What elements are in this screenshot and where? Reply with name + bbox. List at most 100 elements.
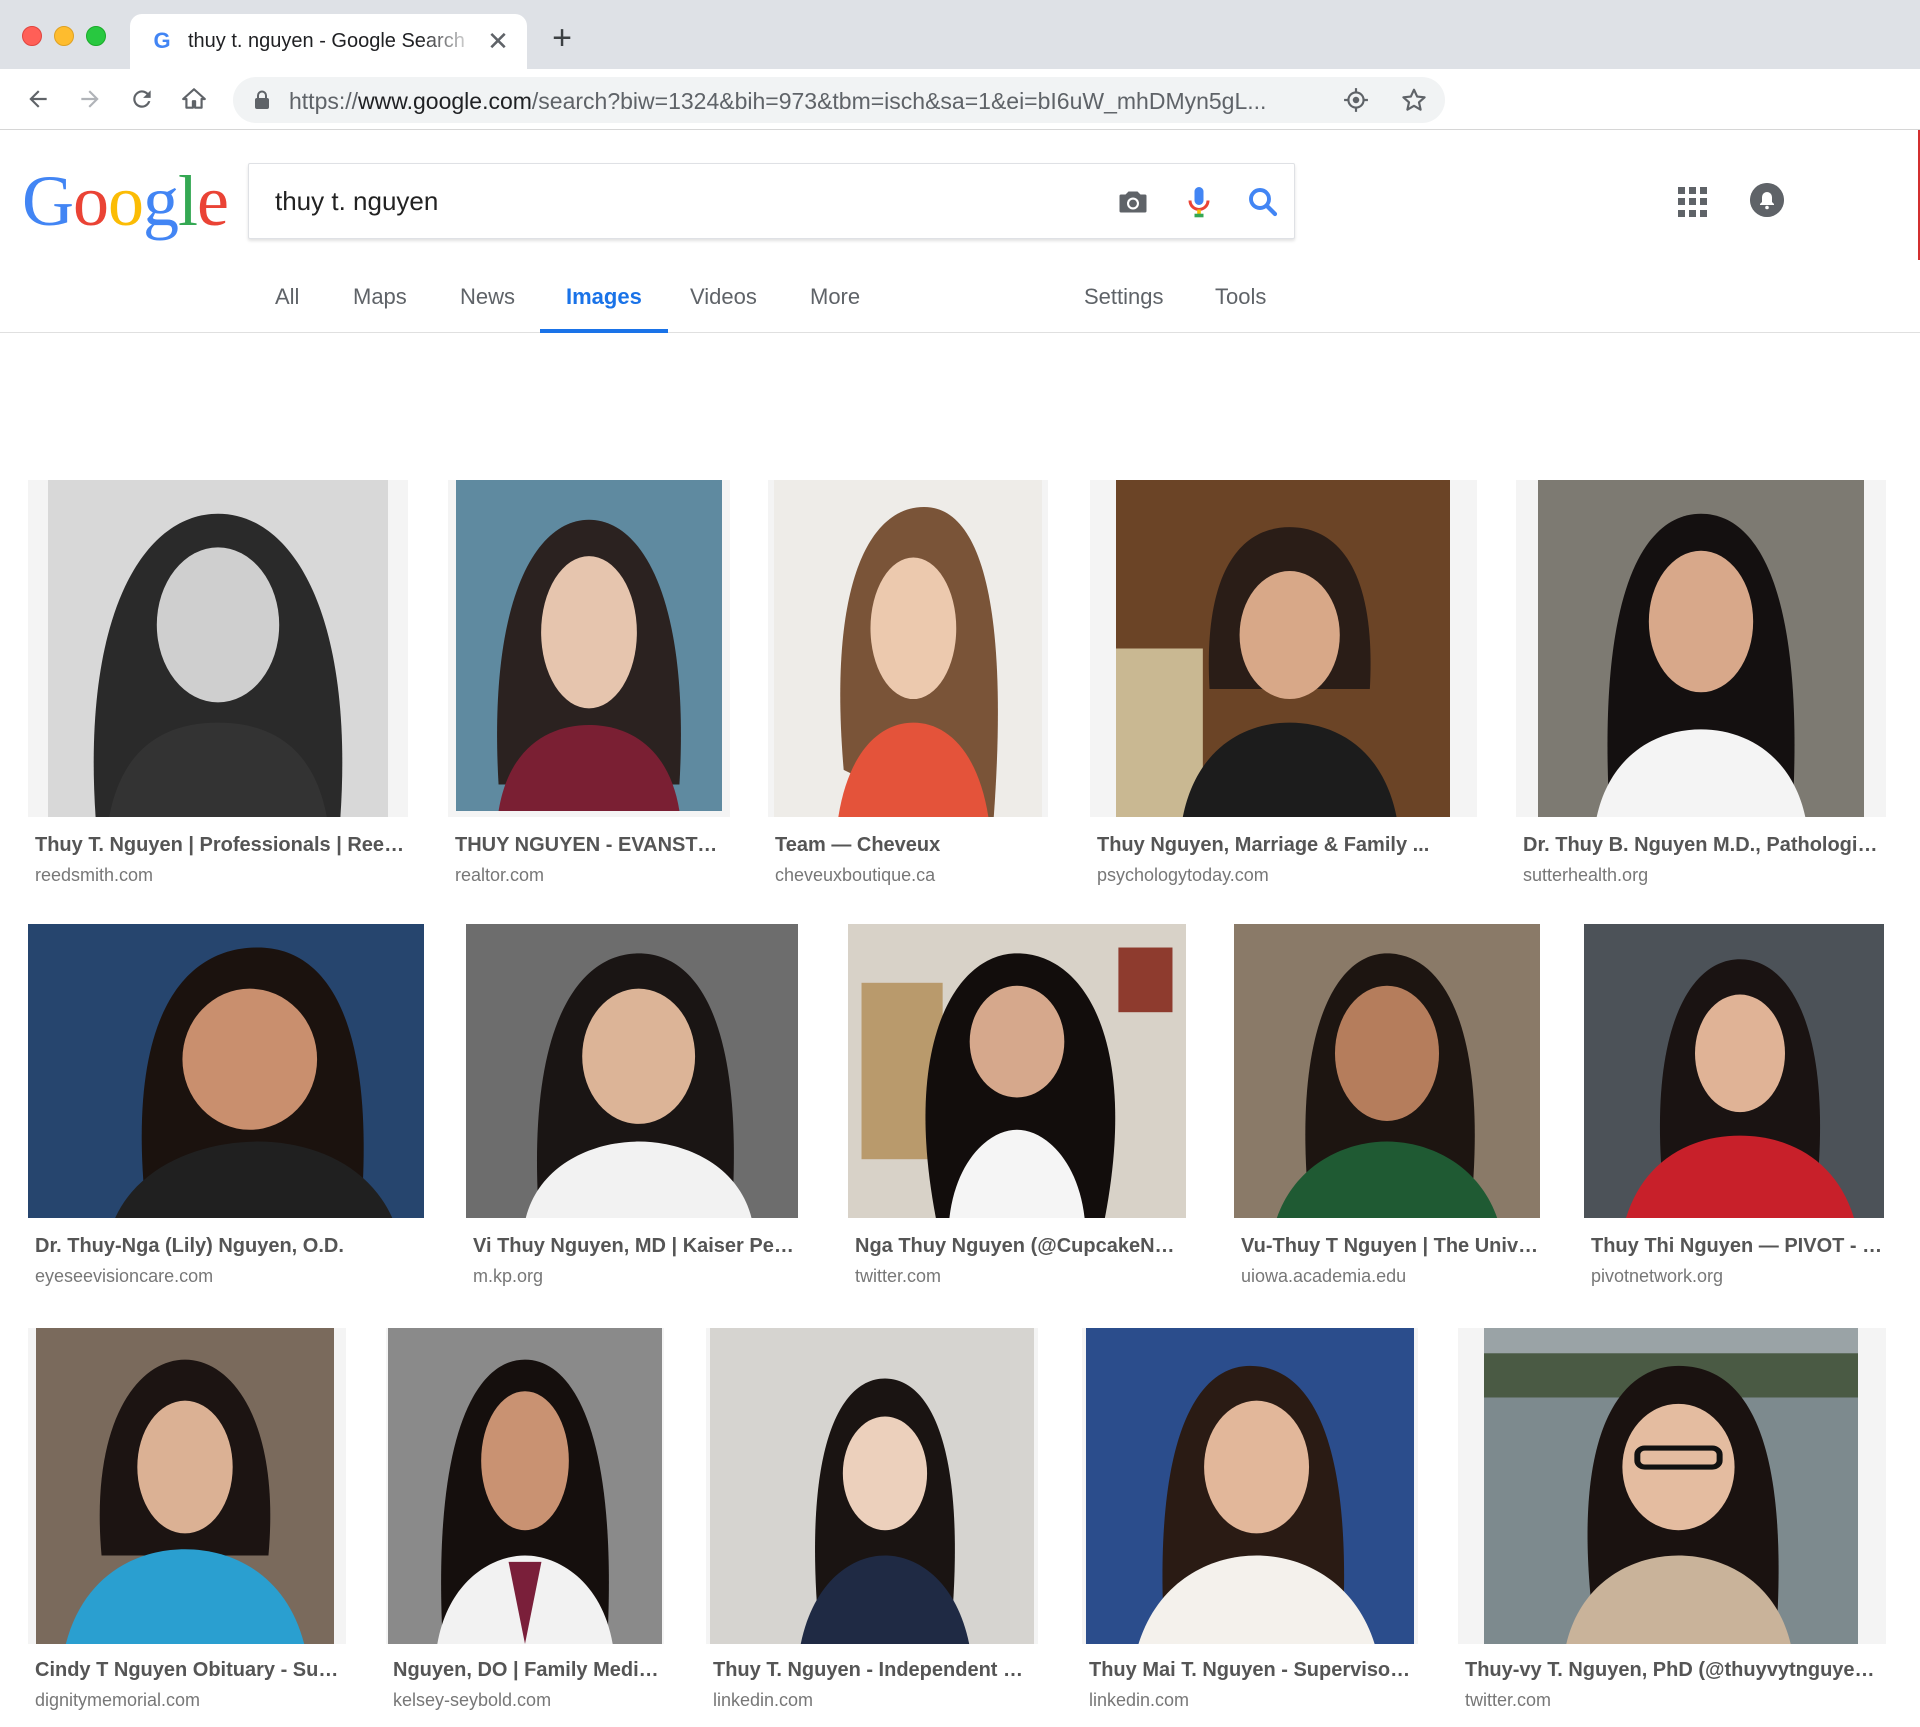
image-thumbnail[interactable] (1082, 1328, 1418, 1644)
search-icon[interactable] (1245, 184, 1281, 220)
window-zoom-button[interactable] (86, 26, 106, 46)
result-source[interactable]: kelsey-seybold.com (393, 1690, 551, 1711)
result-title[interactable]: Vi Thuy Nguyen, MD | Kaiser Per... (473, 1235, 797, 1258)
result-title[interactable]: Thuy Nguyen, Marriage & Family ... (1097, 834, 1476, 857)
google-logo[interactable]: Google (22, 165, 229, 237)
new-tab-button[interactable]: + (548, 21, 576, 55)
tab-news[interactable]: News (434, 271, 541, 333)
apps-grid-icon[interactable] (1678, 187, 1708, 217)
image-result[interactable]: Thuy Nguyen, Marriage & Family ... psych… (1090, 480, 1477, 885)
result-source[interactable]: sutterhealth.org (1523, 865, 1648, 886)
image-result[interactable]: Team — Cheveux cheveuxboutique.ca (768, 480, 1048, 885)
image-result[interactable]: Vu-Thuy T Nguyen | The Unive... uiowa.ac… (1234, 924, 1540, 1287)
image-result[interactable]: Nguyen, DO | Family Medici... kelsey-sey… (386, 1328, 664, 1710)
tab-maps[interactable]: Maps (327, 271, 433, 333)
result-photo (28, 924, 424, 1218)
logo-letter: l (178, 161, 198, 241)
image-result[interactable]: Thuy Thi Nguyen — PIVOT - T... pivotnetw… (1584, 924, 1884, 1287)
search-input[interactable] (275, 182, 1055, 220)
result-title[interactable]: Thuy Thi Nguyen — PIVOT - T... (1591, 1235, 1883, 1258)
search-tabs: All Maps News Images Videos More Setting… (0, 271, 1920, 333)
star-icon[interactable] (1401, 87, 1427, 113)
result-source[interactable]: linkedin.com (1089, 1690, 1189, 1711)
result-source[interactable]: twitter.com (1465, 1690, 1551, 1711)
image-thumbnail[interactable] (768, 480, 1048, 817)
window-close-button[interactable] (22, 26, 42, 46)
image-thumbnail[interactable] (28, 1328, 346, 1644)
image-result[interactable]: Nga Thuy Nguyen (@CupcakeNga) ... twitte… (848, 924, 1186, 1287)
reload-button[interactable] (126, 83, 158, 115)
result-title[interactable]: Thuy T. Nguyen - Independent Gr... (713, 1659, 1037, 1682)
microphone-icon[interactable] (1181, 184, 1217, 220)
result-title[interactable]: Nguyen, DO | Family Medici... (393, 1659, 663, 1682)
browser-tab-active[interactable]: G thuy t. nguyen - Google Search ✕ (130, 14, 527, 69)
home-button[interactable] (178, 83, 210, 115)
image-thumbnail[interactable] (1516, 480, 1886, 817)
tab-more[interactable]: More (784, 271, 886, 333)
result-source[interactable]: reedsmith.com (35, 865, 153, 886)
image-thumbnail[interactable] (848, 924, 1186, 1218)
image-result[interactable]: Thuy T. Nguyen | Professionals | Reed ..… (28, 480, 408, 885)
image-result[interactable]: THUY NGUYEN - EVANSTO... realtor.com (448, 480, 730, 885)
result-source[interactable]: linkedin.com (713, 1690, 813, 1711)
notifications-icon[interactable] (1750, 183, 1784, 217)
search-box (248, 163, 1295, 239)
result-photo (1086, 1328, 1414, 1644)
image-thumbnail[interactable] (28, 924, 424, 1218)
result-source[interactable]: realtor.com (455, 865, 544, 886)
location-icon[interactable] (1343, 87, 1369, 113)
result-title[interactable]: Nga Thuy Nguyen (@CupcakeNga) ... (855, 1235, 1185, 1258)
address-bar[interactable]: https://www.google.com/search?biw=1324&b… (233, 77, 1445, 123)
image-thumbnail[interactable] (1090, 480, 1477, 817)
result-source[interactable]: psychologytoday.com (1097, 865, 1269, 886)
logo-letter: o (108, 161, 144, 241)
image-result[interactable]: Dr. Thuy B. Nguyen M.D., Pathologist... … (1516, 480, 1886, 885)
browser-tab-bar: G thuy t. nguyen - Google Search ✕ + (0, 0, 1920, 69)
tab-tools[interactable]: Tools (1189, 271, 1292, 333)
image-result[interactable]: Vi Thuy Nguyen, MD | Kaiser Per... m.kp.… (466, 924, 798, 1287)
result-source[interactable]: m.kp.org (473, 1266, 543, 1287)
result-title[interactable]: Thuy-vy T. Nguyen, PhD (@thuyvytnguyen .… (1465, 1659, 1885, 1682)
result-title[interactable]: Thuy Mai T. Nguyen - Supervisor ... (1089, 1659, 1417, 1682)
tab-all[interactable]: All (249, 271, 325, 333)
result-title[interactable]: Vu-Thuy T Nguyen | The Unive... (1241, 1235, 1539, 1258)
logo-letter: o (73, 161, 109, 241)
result-photo (388, 1328, 662, 1644)
result-source[interactable]: dignitymemorial.com (35, 1690, 200, 1711)
tab-images[interactable]: Images (540, 271, 668, 333)
result-source[interactable]: uiowa.academia.edu (1241, 1266, 1406, 1287)
window-minimize-button[interactable] (54, 26, 74, 46)
image-result[interactable]: Cindy T Nguyen Obituary - Sud... dignity… (28, 1328, 346, 1710)
image-result[interactable]: Thuy-vy T. Nguyen, PhD (@thuyvytnguyen .… (1458, 1328, 1886, 1710)
tab-close-icon[interactable]: ✕ (485, 28, 511, 54)
image-thumbnail[interactable] (1234, 924, 1540, 1218)
image-thumbnail[interactable] (448, 480, 730, 817)
result-title[interactable]: Cindy T Nguyen Obituary - Sud... (35, 1659, 345, 1682)
result-title[interactable]: Dr. Thuy-Nga (Lily) Nguyen, O.D. (35, 1235, 423, 1258)
image-result[interactable]: Thuy Mai T. Nguyen - Supervisor ... link… (1082, 1328, 1418, 1710)
result-title[interactable]: Dr. Thuy B. Nguyen M.D., Pathologist... (1523, 834, 1885, 857)
image-thumbnail[interactable] (1458, 1328, 1886, 1644)
image-result[interactable]: Thuy T. Nguyen - Independent Gr... linke… (706, 1328, 1038, 1710)
result-title[interactable]: Team — Cheveux (775, 834, 1047, 857)
image-thumbnail[interactable] (28, 480, 408, 817)
tab-settings[interactable]: Settings (1058, 271, 1190, 333)
image-thumbnail[interactable] (466, 924, 798, 1218)
result-source[interactable]: cheveuxboutique.ca (775, 865, 935, 886)
image-thumbnail[interactable] (1584, 924, 1884, 1218)
tab-videos[interactable]: Videos (664, 271, 783, 333)
result-source[interactable]: eyeseevisioncare.com (35, 1266, 213, 1287)
result-title[interactable]: THUY NGUYEN - EVANSTO... (455, 834, 729, 857)
image-result[interactable]: Dr. Thuy-Nga (Lily) Nguyen, O.D. eyeseev… (28, 924, 424, 1287)
camera-icon[interactable] (1115, 184, 1151, 220)
result-title[interactable]: Thuy T. Nguyen | Professionals | Reed ..… (35, 834, 407, 857)
back-button[interactable] (22, 83, 54, 115)
forward-icon (81, 90, 99, 108)
forward-button[interactable] (74, 83, 106, 115)
back-icon (29, 90, 47, 108)
image-thumbnail[interactable] (386, 1328, 664, 1644)
result-source[interactable]: pivotnetwork.org (1591, 1266, 1723, 1287)
result-photo (710, 1328, 1034, 1644)
result-source[interactable]: twitter.com (855, 1266, 941, 1287)
image-thumbnail[interactable] (706, 1328, 1038, 1644)
